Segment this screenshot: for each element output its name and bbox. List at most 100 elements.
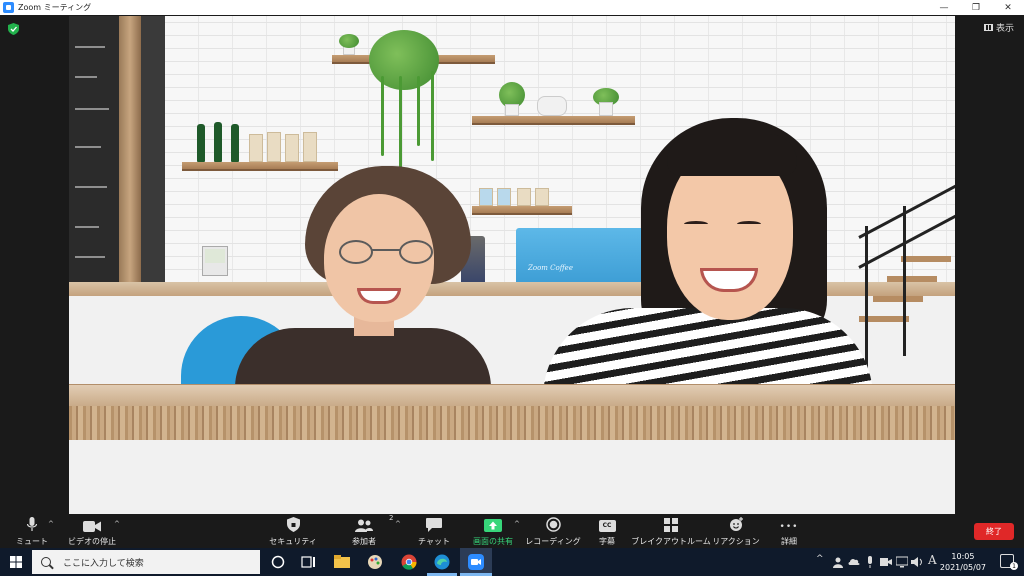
captions-button[interactable]: CC 字幕 (592, 514, 622, 548)
cup (479, 188, 493, 206)
security-label: セキュリティ (269, 537, 317, 546)
glasses-icon (339, 240, 373, 264)
share-options-caret[interactable]: ^ (514, 520, 520, 528)
tray-mic-icon[interactable] (865, 556, 875, 568)
view-button[interactable]: 表示 (983, 21, 1014, 34)
video-options-caret[interactable]: ^ (114, 520, 120, 528)
microphone-icon (27, 517, 37, 531)
reaction-icon (729, 517, 743, 531)
ime-indicator[interactable]: A (928, 553, 937, 567)
cortana-icon[interactable] (270, 554, 286, 570)
reactions-label: リアクション (712, 537, 760, 546)
jar (285, 134, 299, 162)
window-title: Zoom ミーティング (18, 3, 92, 12)
cc-icon: CC (598, 520, 616, 532)
shield-check-icon[interactable] (8, 23, 19, 35)
share-screen-button[interactable]: 画面の共有 (470, 514, 516, 548)
chat-button[interactable]: チャット (414, 514, 454, 548)
vine (431, 71, 434, 161)
shelf-left (182, 162, 338, 171)
close-button[interactable]: ✕ (992, 0, 1024, 15)
vine (381, 76, 384, 156)
chrome-icon[interactable] (401, 554, 417, 570)
volume-icon[interactable] (911, 556, 923, 568)
meeting-toolbar: ミュート ^ ビデオの停止 ^ セキュリティ 2 参加者 ^ チャット 画面の共… (0, 514, 1024, 548)
search-icon (41, 557, 51, 567)
cup (497, 188, 511, 206)
shield-icon (286, 517, 300, 532)
shelf-cups (472, 206, 572, 215)
clock-time: 10:05 (951, 552, 975, 561)
captions-label: 字幕 (599, 537, 615, 546)
file-explorer-icon[interactable] (334, 554, 350, 570)
participants-icon (355, 519, 373, 532)
chat-label: チャット (418, 537, 450, 546)
taskbar-clock[interactable]: 10:05 2021/05/07 (940, 551, 986, 573)
clock-date: 2021/05/07 (939, 563, 986, 572)
gallery-view-icon (983, 24, 993, 31)
edge-icon[interactable] (434, 554, 450, 570)
window-titlebar: Zoom ミーティング — ❐ ✕ (0, 0, 1024, 15)
meeting-stage: 表示 Zoom Coffee (0, 15, 1024, 514)
more-button[interactable]: ••• 詳細 (772, 514, 806, 548)
cup (535, 188, 549, 206)
stop-video-button[interactable]: ビデオの停止 (64, 514, 120, 548)
tray-chevron-icon[interactable]: ^ (816, 554, 824, 564)
video-camera-icon (83, 521, 101, 532)
task-view-icon[interactable] (301, 554, 317, 570)
plant (339, 34, 359, 48)
more-label: 詳細 (781, 537, 797, 546)
network-icon[interactable] (896, 556, 908, 568)
glasses-bridge (371, 249, 401, 251)
participant-2-eye (737, 221, 761, 227)
vine (417, 76, 420, 146)
front-counter-edge (69, 406, 955, 440)
share-screen-icon (484, 519, 502, 532)
participants-button[interactable]: 2 参加者 (340, 514, 393, 548)
security-button[interactable]: セキュリティ (268, 514, 318, 548)
shelf-right (472, 116, 635, 125)
participants-options-caret[interactable]: ^ (395, 520, 401, 528)
glasses-icon (399, 240, 433, 264)
restore-button[interactable]: ❐ (960, 0, 992, 15)
windows-start-icon[interactable] (10, 556, 22, 568)
mute-options-caret[interactable]: ^ (48, 520, 54, 528)
chalkboard (69, 16, 119, 282)
front-counter-top (69, 384, 955, 406)
participant-count: 2 (389, 514, 394, 522)
zoom-app-icon (3, 2, 14, 13)
cup (517, 188, 531, 206)
mute-button[interactable]: ミュート (14, 514, 50, 548)
plant-pot (599, 102, 613, 116)
staircase (858, 146, 955, 386)
video-tray-icon[interactable] (880, 556, 892, 568)
notification-badge: 1 (1010, 562, 1018, 570)
espresso-brand: Zoom Coffee (528, 264, 573, 272)
bottle (197, 124, 205, 162)
jar (249, 134, 263, 162)
onedrive-icon[interactable] (848, 556, 860, 568)
participants-label: 参加者 (352, 537, 376, 546)
espresso-machine: Zoom Coffee (516, 228, 651, 290)
front-counter-face (69, 440, 955, 514)
view-button-label: 表示 (995, 24, 1014, 34)
breakout-rooms-button[interactable]: ブレイクアウトルーム (631, 514, 711, 548)
hanging-plant (369, 30, 439, 90)
plant-pot (505, 104, 519, 116)
reactions-button[interactable]: リアクション (712, 514, 760, 548)
people-icon[interactable] (832, 556, 844, 568)
video-feed: Zoom Coffee (69, 16, 955, 514)
participant-2-bangs (667, 134, 797, 176)
share-screen-label: 画面の共有 (473, 537, 513, 546)
recording-button[interactable]: レコーディング (525, 514, 581, 548)
paint-icon[interactable] (367, 554, 383, 570)
taskbar-search-box[interactable]: ここに入力して検索 (32, 550, 260, 574)
stop-video-label: ビデオの停止 (68, 537, 116, 546)
end-meeting-button[interactable]: 終了 (974, 523, 1014, 540)
search-placeholder: ここに入力して検索 (63, 558, 144, 569)
jar (303, 132, 317, 162)
minimize-button[interactable]: — (928, 0, 960, 15)
chat-icon (426, 518, 442, 532)
zoom-icon[interactable] (468, 554, 484, 570)
bottle (214, 122, 222, 162)
